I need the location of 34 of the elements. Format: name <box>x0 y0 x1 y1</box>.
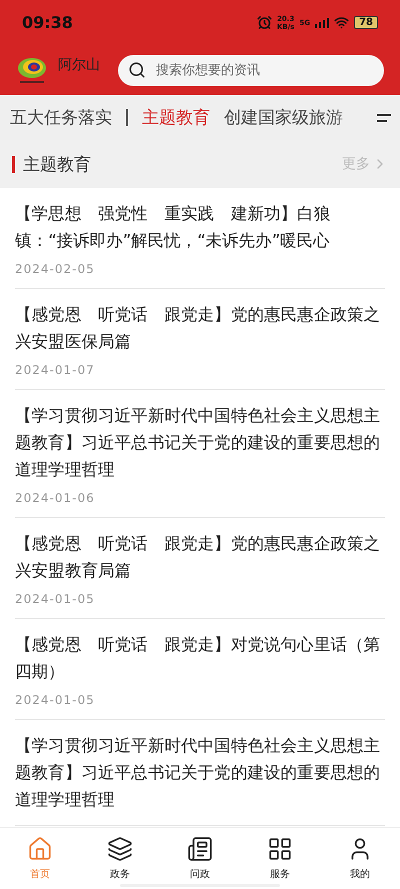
search-input[interactable]: 搜索你想要的资讯 <box>154 62 374 78</box>
menu-icon[interactable] <box>377 114 391 122</box>
article-date: 2024-02-05 <box>15 262 96 276</box>
article-title[interactable]: 【感党恩 听党话 跟党走】党的惠民惠企政策之兴安盟医保局篇 <box>15 301 385 355</box>
article-title[interactable]: 【学思想 强党性 重实践 建新功】白狼镇：“接诉即办”解民忧，“未诉先办”暖民心 <box>15 200 385 254</box>
logo-icon <box>16 55 48 85</box>
nav-tab[interactable]: 政务 <box>80 828 160 889</box>
article-title[interactable]: 【学习贯彻习近平新时代中国特色社会主义思想主题教育】习近平总书记关于党的建设的重要思想的道理学理哲理 <box>15 402 385 483</box>
wifi-icon <box>334 15 350 30</box>
status-time: 09:38 <box>22 13 73 32</box>
grid-icon <box>267 836 293 862</box>
article-title[interactable]: 【感党恩 听党话 跟党走】党的惠民惠企政策之兴安盟教育局篇 <box>15 530 385 584</box>
newspaper-icon <box>187 836 213 862</box>
article-title[interactable]: 【感党恩 听党话 跟党走】对党说句心里话（第四期） <box>15 631 385 685</box>
category-tab[interactable]: 主题教育 <box>142 106 210 129</box>
article-date: 2024-01-05 <box>15 592 96 606</box>
nav-tab[interactable]: 我的 <box>320 828 400 889</box>
nav-tab[interactable]: 问政 <box>160 828 240 889</box>
category-tab[interactable]: 五大任务落实 <box>10 106 112 129</box>
layers-icon <box>107 836 133 862</box>
category-tab[interactable]: 创建国家级旅游 <box>224 106 343 129</box>
article-date: 2024-01-06 <box>15 491 96 505</box>
section-title: 主题教育 <box>23 154 92 176</box>
alarm-icon <box>256 15 272 30</box>
article-date: 2024-01-07 <box>15 363 96 377</box>
article-title[interactable]: 【学习贯彻习近平新时代中国特色社会主义思想主题教育】习近平总书记关于党的建设的重要思想的道理学理哲理 <box>15 732 385 813</box>
app-name: 阿尔山 <box>58 56 100 74</box>
signal-icon <box>315 18 330 28</box>
search-icon <box>128 61 146 79</box>
battery-level: 78 <box>354 16 378 29</box>
home-icon <box>27 836 53 862</box>
nav-tab[interactable]: 服务 <box>240 828 320 889</box>
article-date: 2024-01-05 <box>15 693 96 707</box>
search-bar[interactable]: 搜索你想要的资讯 <box>118 54 384 86</box>
